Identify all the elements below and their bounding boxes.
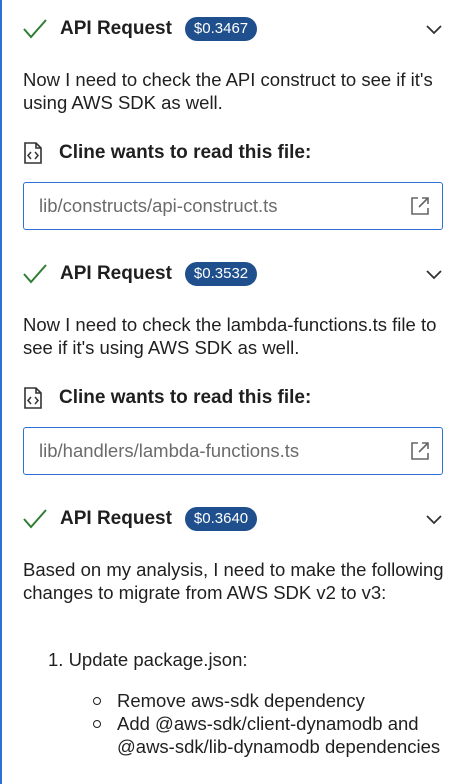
file-code-icon (24, 142, 42, 164)
api-request-row[interactable]: API Request $0.3640 (22, 504, 446, 534)
tool-request-label: Cline wants to read this file: (59, 142, 312, 163)
tool-request-label: Cline wants to read this file: (59, 387, 312, 408)
bullet-icon (93, 720, 101, 728)
chevron-down-icon[interactable] (424, 264, 444, 284)
check-icon (23, 264, 47, 284)
api-request-title: API Request (60, 18, 172, 39)
api-request-title: API Request (60, 508, 172, 529)
assistant-message: Based on my analysis, I need to make the… (23, 559, 444, 603)
api-request-row[interactable]: API Request $0.3532 (22, 259, 446, 289)
open-external-icon[interactable] (410, 196, 430, 216)
check-icon (23, 19, 47, 39)
list-item: 1. Update package.json: (48, 649, 248, 670)
chevron-down-icon[interactable] (424, 19, 444, 39)
assistant-message: Now I need to check the lambda-functions… (23, 314, 437, 358)
file-path[interactable]: lib/handlers/lambda-functions.ts (39, 440, 299, 462)
api-request-title: API Request (60, 263, 172, 284)
panel-left-border (0, 0, 2, 784)
bullet-text: Add @aws-sdk/client-dynamodb and @aws-sd… (117, 713, 441, 757)
file-path[interactable]: lib/constructs/api-construct.ts (39, 195, 278, 217)
cost-badge: $0.3467 (184, 17, 258, 41)
file-code-icon (24, 387, 42, 409)
cost-badge: $0.3640 (184, 507, 258, 531)
file-path-box[interactable]: lib/handlers/lambda-functions.ts (23, 427, 443, 475)
chevron-down-icon[interactable] (424, 509, 444, 529)
cost-badge: $0.3532 (184, 262, 258, 286)
bullet-icon (93, 697, 101, 705)
check-icon (23, 509, 47, 529)
bullet-text: Remove aws-sdk dependency (117, 690, 365, 711)
api-request-row[interactable]: API Request $0.3467 (22, 14, 446, 44)
open-external-icon[interactable] (410, 441, 430, 461)
tool-request-header: Cline wants to read this file: (22, 384, 446, 412)
assistant-message: Now I need to check the API construct to… (23, 69, 433, 113)
file-path-box[interactable]: lib/constructs/api-construct.ts (23, 182, 443, 230)
tool-request-header: Cline wants to read this file: (22, 139, 446, 167)
